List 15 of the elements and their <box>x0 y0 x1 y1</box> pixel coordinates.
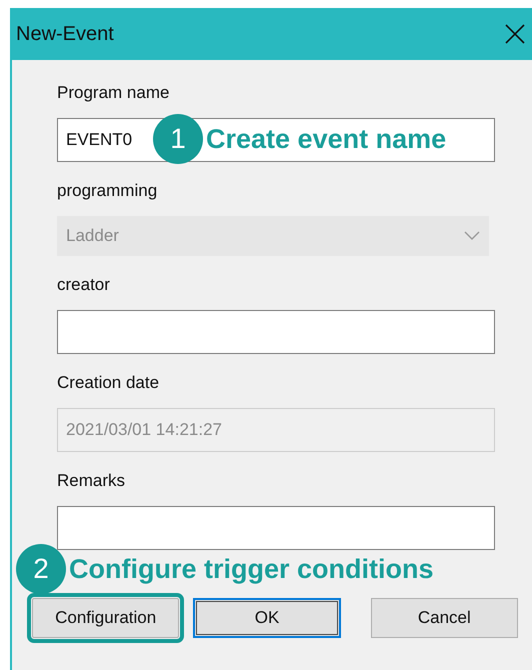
field-label: Creation date <box>57 372 160 394</box>
callout-text: Create event name <box>206 124 446 154</box>
chevron-down-icon <box>464 231 480 241</box>
field-label: Remarks <box>57 470 126 492</box>
dialog-button[interactable]: OK <box>193 598 341 638</box>
input-field[interactable] <box>57 506 495 550</box>
input-field[interactable] <box>57 310 495 354</box>
window-title: New-Event <box>16 22 114 46</box>
dialog-button[interactable]: Cancel <box>370 598 518 638</box>
field-label: programming <box>57 180 158 202</box>
step-number-badge: 2 <box>16 544 66 594</box>
close-icon[interactable] <box>504 23 526 45</box>
callout-text: Configure trigger conditions <box>69 554 434 584</box>
field-label: creator <box>57 274 110 296</box>
field-label: Program name <box>57 82 170 104</box>
